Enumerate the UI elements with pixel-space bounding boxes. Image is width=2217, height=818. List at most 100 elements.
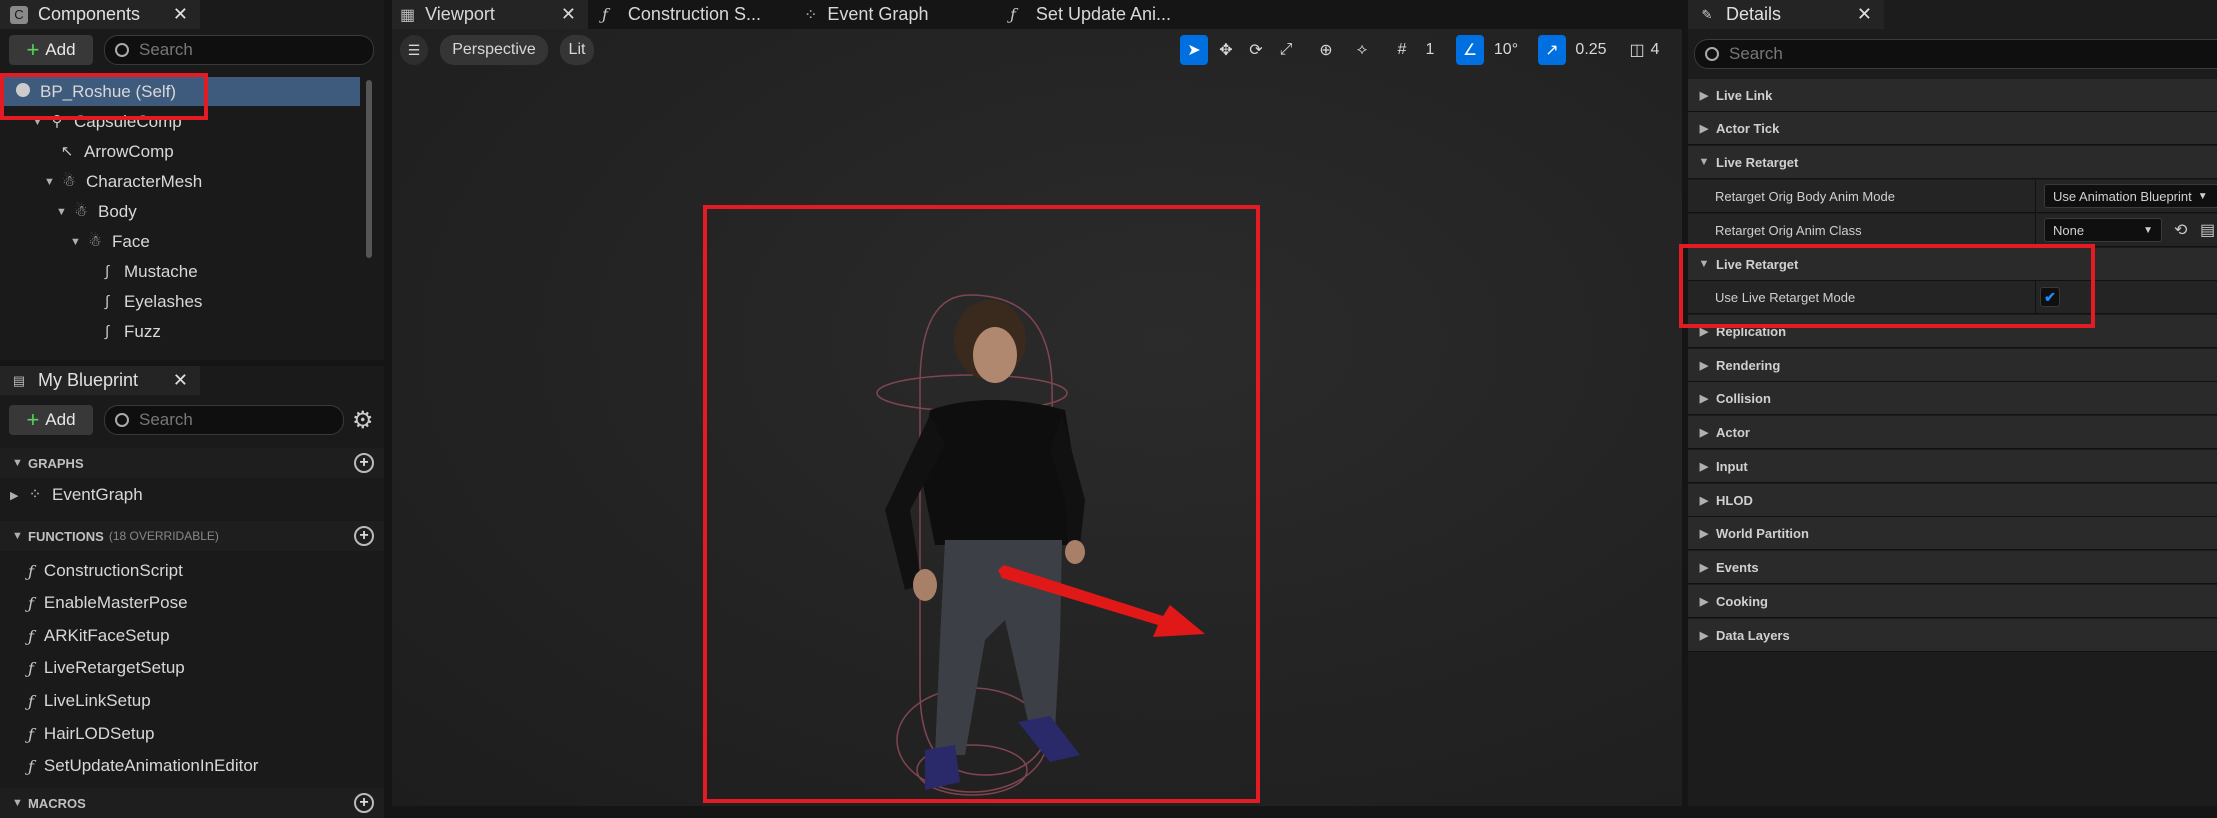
skeleton-icon: ☃ [62,173,76,190]
groom-icon: ∫ [104,323,110,340]
chevron-right-icon: ▶ [1699,561,1709,574]
category-collision[interactable]: ▶ Collision [1688,382,2217,415]
components-title: Components [38,4,141,24]
property-retarget-orig-anim-class: Retarget Orig Anim Class None ▼ ⟲ ▤ [1688,214,2217,247]
chevron-down-icon[interactable]: ▼ [56,206,67,218]
close-icon[interactable]: ✕ [561,4,576,25]
chevron-right-icon: ▶ [1699,122,1709,135]
category-live-retarget-1[interactable]: ▼ Live Retarget [1688,146,2217,179]
category-hlod[interactable]: ▶ HLOD [1688,484,2217,517]
tree-item-charactermesh[interactable]: ▼ ☃ CharacterMesh [44,167,202,197]
category-events[interactable]: ▶ Events [1688,551,2217,584]
chevron-right-icon: ▶ [1699,460,1709,473]
graphs-section-header[interactable]: ▼ GRAPHS + [0,448,384,478]
groom-icon: ∫ [104,263,110,280]
browse-icon[interactable]: ▤ [2200,220,2215,240]
chevron-right-icon: ▶ [1699,89,1709,102]
function-item-livelinksetup[interactable]: ƒ LiveLinkSetup [28,686,151,716]
chevron-down-icon[interactable]: ▼ [44,176,55,188]
tab-viewport[interactable]: ▦ Viewport ✕ [392,0,588,29]
arrow-icon: ↖ [60,143,74,160]
blueprint-search-input[interactable]: Search [104,405,344,435]
tab-details[interactable]: ✎ Details ✕ [1688,0,1884,29]
components-icon: C [10,5,28,24]
highlight-live-retarget [1679,244,2095,328]
plus-icon: + [26,407,40,432]
tree-item-body[interactable]: ▼ ☃ Body [56,197,137,227]
macros-section-header[interactable]: ▼ MACROS + [0,788,384,818]
category-world-partition[interactable]: ▶ World Partition [1688,517,2217,550]
tab-components[interactable]: C Components ✕ [0,0,200,29]
components-scrollbar[interactable] [366,80,372,258]
groom-icon: ∫ [104,293,110,310]
graph-item-eventgraph[interactable]: ▶ ⁘ EventGraph [10,480,143,510]
graph-icon: ⁘ [804,6,818,24]
close-icon[interactable]: ✕ [1857,4,1872,25]
close-icon[interactable]: ✕ [173,4,188,25]
chevron-right-icon: ▶ [1699,527,1709,540]
category-cooking[interactable]: ▶ Cooking [1688,585,2217,618]
tab-event-graph[interactable]: ⁘ Event Graph [804,0,928,29]
category-rendering[interactable]: ▶ Rendering [1688,349,2217,382]
category-actor-tick[interactable]: ▶ Actor Tick [1688,112,2217,145]
tab-my-blueprint[interactable]: ▤ My Blueprint ✕ [0,366,200,395]
function-icon: ƒ [28,658,34,678]
chevron-down-icon[interactable]: ▼ [12,530,23,542]
search-icon [1705,47,1719,61]
category-data-layers[interactable]: ▶ Data Layers [1688,619,2217,652]
my-blueprint-panel: ▤ My Blueprint ✕ + Add Search ⚙ ▼ GRAPHS… [0,366,384,818]
tab-construction-script[interactable]: ƒ Construction S... [602,0,761,29]
chevron-right-icon: ▶ [1699,426,1709,439]
category-actor[interactable]: ▶ Actor [1688,416,2217,449]
chevron-right-icon: ▶ [1699,494,1709,507]
use-selected-icon[interactable]: ⟲ [2174,220,2187,240]
function-icon: ƒ [1010,5,1016,24]
chevron-down-icon[interactable]: ▼ [70,236,81,248]
chevron-down-icon[interactable]: ▼ [12,457,23,469]
chevron-down-icon: ▼ [2197,190,2208,202]
function-item-enablemasterpose[interactable]: ƒ EnableMasterPose [28,588,188,618]
function-item-setupdateanimationineditor[interactable]: ƒ SetUpdateAnimationInEditor [28,751,258,781]
tree-item-arrowcomp[interactable]: ↖ ArrowComp [58,137,174,167]
components-search-input[interactable]: Search [104,35,374,65]
add-graph-icon[interactable]: + [354,453,374,473]
tree-item-mustache[interactable]: ∫ Mustache [98,257,198,287]
chevron-down-icon: ▼ [2143,224,2153,236]
graph-icon: ⁘ [28,486,42,503]
tree-item-eyelashes[interactable]: ∫ Eyelashes [98,287,203,317]
functions-section-header[interactable]: ▼ FUNCTIONS (18 OVERRIDABLE) + [0,521,384,551]
chevron-right-icon[interactable]: ▶ [10,489,20,502]
function-item-arkitfacesetup[interactable]: ƒ ARKitFaceSetup [28,621,170,651]
add-component-button[interactable]: + Add [9,35,93,65]
property-divider [2035,214,2036,247]
function-icon: ƒ [28,724,34,744]
function-icon: ƒ [602,5,608,24]
close-icon[interactable]: ✕ [173,370,188,391]
skeleton-icon: ☃ [74,203,88,220]
category-live-link[interactable]: ▶ Live Link [1688,79,2217,112]
tree-item-face[interactable]: ▼ ☃ Face [70,227,150,257]
add-function-icon[interactable]: + [354,526,374,546]
function-icon: ƒ [28,756,34,776]
function-icon: ƒ [28,626,34,646]
add-macro-icon[interactable]: + [354,793,374,813]
highlight-character [703,205,1260,803]
function-item-constructionscript[interactable]: ƒ ConstructionScript [28,556,183,586]
details-search-input[interactable]: Search [1694,39,2217,69]
plus-icon: + [26,37,40,62]
retarget-body-mode-dropdown[interactable]: Use Animation Blueprint ▼ [2044,184,2217,208]
add-blueprint-button[interactable]: + Add [9,405,93,435]
chevron-down-icon[interactable]: ▼ [12,797,23,809]
tree-item-fuzz[interactable]: ∫ Fuzz [98,317,161,347]
function-item-liveretargetsetup[interactable]: ƒ LiveRetargetSetup [28,653,185,683]
anim-class-dropdown[interactable]: None ▼ [2044,218,2162,242]
pencil-icon: ✎ [1701,6,1713,22]
function-item-hairlodsetup[interactable]: ƒ HairLODSetup [28,719,154,749]
search-icon [115,43,129,57]
chevron-right-icon: ▶ [1699,359,1709,372]
function-icon: ƒ [28,593,34,613]
category-input[interactable]: ▶ Input [1688,450,2217,483]
tab-set-update-animation[interactable]: ƒ Set Update Ani... [1010,0,1171,29]
gear-icon[interactable]: ⚙ [352,406,374,435]
chevron-right-icon: ▶ [1699,392,1709,405]
